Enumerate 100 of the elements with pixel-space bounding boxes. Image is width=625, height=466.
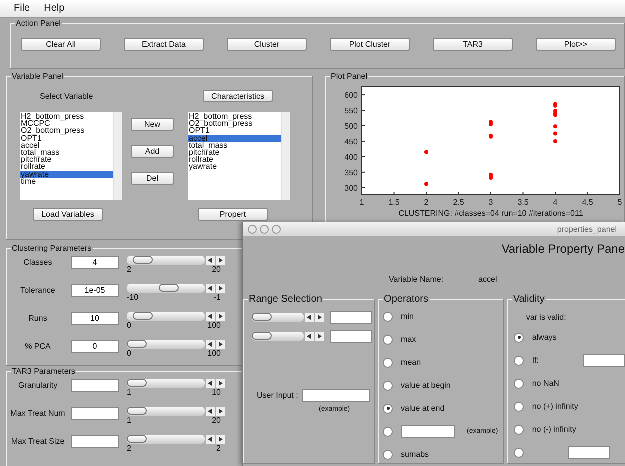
action-button[interactable]: Extract Data bbox=[124, 38, 204, 51]
list-item[interactable]: OPT1 bbox=[20, 134, 113, 142]
range-min: 2 bbox=[127, 444, 132, 453]
input-field[interactable] bbox=[302, 389, 370, 402]
input-field[interactable] bbox=[401, 425, 456, 438]
characteristics-button[interactable]: Characteristics bbox=[203, 90, 273, 102]
input-field[interactable] bbox=[71, 379, 119, 392]
action-button[interactable]: TAR3 bbox=[433, 38, 513, 51]
input-field[interactable]: 1e-05 bbox=[71, 284, 119, 297]
list-action-button[interactable]: New bbox=[131, 118, 174, 131]
step-left-button[interactable] bbox=[305, 313, 314, 322]
step-left-button[interactable] bbox=[206, 256, 215, 265]
list-item[interactable]: H2_bottom_press bbox=[20, 113, 113, 120]
panel-title: Action Panel bbox=[15, 19, 62, 28]
action-button[interactable]: Clear All bbox=[21, 38, 101, 51]
action-button[interactable]: Cluster bbox=[227, 38, 307, 51]
slider-thumb[interactable] bbox=[252, 332, 272, 340]
input-field[interactable]: 4 bbox=[71, 256, 119, 269]
slider-thumb[interactable] bbox=[127, 340, 147, 348]
step-right-button[interactable] bbox=[216, 256, 225, 265]
radio-button[interactable] bbox=[383, 358, 394, 368]
panel-heading: Variable Property Pane bbox=[502, 242, 625, 256]
input-field[interactable]: 0 bbox=[71, 340, 119, 353]
list-action-button[interactable]: Del bbox=[131, 172, 174, 185]
step-left-button[interactable] bbox=[305, 332, 314, 341]
load-variables-button[interactable]: Load Variables bbox=[33, 208, 103, 221]
x-tick-label: 4 bbox=[553, 198, 558, 207]
validity-caption: var is valid: bbox=[526, 313, 566, 322]
input-field[interactable] bbox=[71, 435, 119, 448]
radio-button[interactable] bbox=[383, 404, 394, 414]
radio-button[interactable] bbox=[514, 402, 524, 412]
step-left-button[interactable] bbox=[206, 340, 215, 349]
slider-thumb[interactable] bbox=[132, 256, 153, 264]
slider-thumb[interactable] bbox=[127, 435, 147, 443]
list-item[interactable]: total_mass bbox=[20, 148, 113, 156]
list-item[interactable]: accel bbox=[20, 142, 113, 149]
radio-button[interactable] bbox=[514, 424, 524, 434]
step-left-button[interactable] bbox=[206, 407, 215, 416]
list-item[interactable]: rollrate bbox=[188, 156, 281, 164]
input-field[interactable]: 10 bbox=[71, 312, 119, 325]
slider-thumb[interactable] bbox=[127, 379, 147, 387]
slider-thumb[interactable] bbox=[158, 284, 179, 292]
list-item[interactable]: yawrate bbox=[20, 170, 113, 178]
slider-thumb[interactable] bbox=[132, 312, 153, 320]
step-right-button[interactable] bbox=[216, 435, 225, 444]
x-tick-label: 4.5 bbox=[582, 198, 594, 207]
list-item[interactable]: MCCPC bbox=[20, 120, 113, 128]
radio-button[interactable] bbox=[383, 450, 394, 460]
step-right-button[interactable] bbox=[216, 312, 225, 321]
radio-button[interactable] bbox=[383, 426, 394, 436]
input-field[interactable] bbox=[71, 407, 119, 420]
user-input-label: User Input : bbox=[257, 391, 298, 400]
radio-button[interactable] bbox=[514, 332, 524, 342]
list-item[interactable]: pitchrate bbox=[188, 148, 281, 156]
properties-button[interactable]: Propert bbox=[198, 208, 268, 221]
input-field[interactable] bbox=[330, 330, 372, 343]
step-right-button[interactable] bbox=[315, 313, 324, 322]
x-tick-label: 1 bbox=[360, 198, 364, 207]
step-left-button[interactable] bbox=[206, 435, 215, 444]
list-item[interactable]: O2_bottom_press bbox=[188, 120, 281, 128]
step-right-button[interactable] bbox=[216, 407, 225, 416]
input-field[interactable] bbox=[330, 311, 372, 324]
scrollbar[interactable] bbox=[113, 112, 122, 200]
option-label: no NaN bbox=[532, 379, 560, 388]
list-item[interactable]: H2_bottom_press bbox=[188, 113, 281, 120]
step-right-button[interactable] bbox=[216, 379, 225, 388]
list-item[interactable]: pitchrate bbox=[20, 156, 113, 164]
menu-item[interactable]: Help bbox=[44, 3, 65, 14]
list-item[interactable]: O2_bottom_press bbox=[20, 127, 113, 135]
list-item[interactable]: yawrate bbox=[188, 163, 281, 170]
scrollbar[interactable] bbox=[281, 112, 290, 200]
radio-button[interactable] bbox=[514, 356, 524, 366]
list-item[interactable]: OPT1 bbox=[188, 127, 281, 135]
slider-thumb[interactable] bbox=[127, 407, 147, 415]
action-button[interactable]: Plot Cluster bbox=[330, 38, 410, 51]
step-right-button[interactable] bbox=[315, 332, 324, 341]
step-right-button[interactable] bbox=[216, 340, 225, 349]
list-item[interactable]: total_mass bbox=[188, 142, 281, 149]
radio-button[interactable] bbox=[514, 378, 524, 388]
radio-button[interactable] bbox=[383, 380, 394, 390]
step-left-button[interactable] bbox=[206, 379, 215, 388]
list-item[interactable]: rollrate bbox=[20, 163, 113, 170]
x-tick-label: 3 bbox=[488, 198, 494, 207]
step-left-button[interactable] bbox=[206, 284, 215, 293]
parameter-label: Tolerance bbox=[20, 285, 56, 295]
list-item[interactable]: time bbox=[20, 178, 113, 185]
list-item[interactable]: accel bbox=[188, 134, 281, 142]
parameter-label: % PCA bbox=[24, 341, 52, 351]
list-action-button[interactable]: Add bbox=[131, 145, 174, 158]
radio-button[interactable] bbox=[383, 334, 394, 344]
radio-button[interactable] bbox=[383, 312, 394, 322]
input-field[interactable] bbox=[568, 446, 610, 459]
option-label: value at begin bbox=[401, 381, 451, 390]
input-field[interactable] bbox=[583, 354, 625, 367]
slider-thumb[interactable] bbox=[252, 313, 272, 321]
step-right-button[interactable] bbox=[216, 284, 225, 293]
action-button[interactable]: Plot>> bbox=[536, 38, 616, 51]
step-left-button[interactable] bbox=[206, 312, 215, 321]
radio-button[interactable] bbox=[514, 448, 524, 458]
menu-item[interactable]: File bbox=[14, 3, 30, 14]
